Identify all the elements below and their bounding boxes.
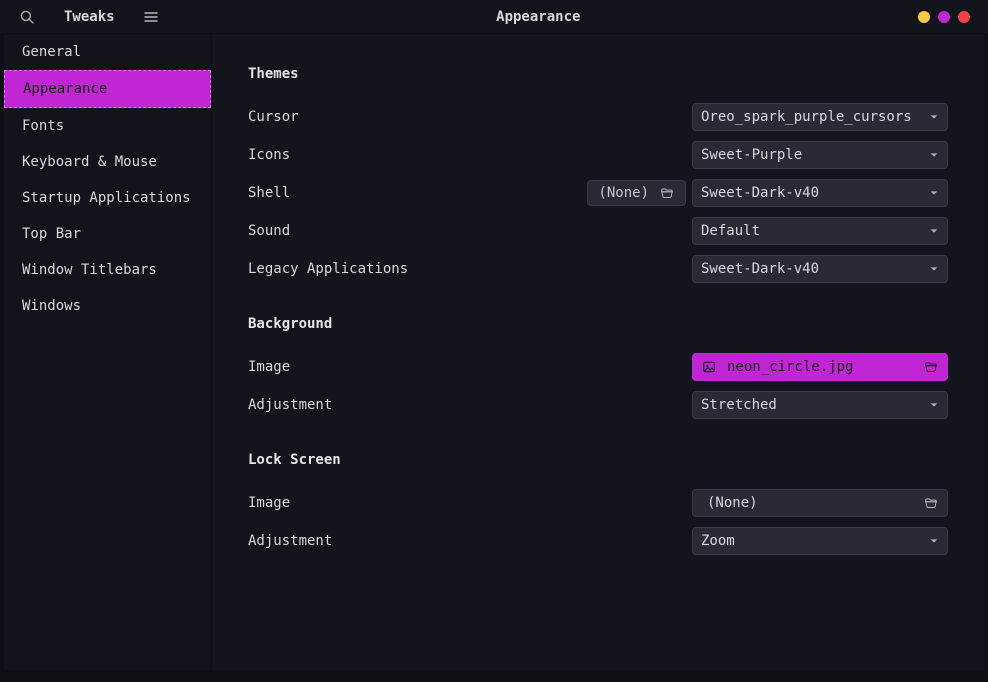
bottom-strip (0, 670, 988, 682)
folder-open-icon (659, 186, 675, 200)
window-minimize-button[interactable] (918, 11, 930, 23)
image-icon (701, 360, 717, 374)
combo-value: Sweet-Dark-v40 (701, 185, 929, 201)
combo-cursor[interactable]: Oreo_spark_purple_cursors (692, 103, 948, 131)
section-background: Background (248, 316, 948, 332)
page-title: Appearance (159, 9, 918, 25)
sidebar-item-appearance[interactable]: Appearance (4, 70, 211, 108)
label-bg-adjustment: Adjustment (248, 397, 692, 413)
chevron-down-icon (929, 150, 939, 160)
sidebar-item-startup-apps[interactable]: Startup Applications (4, 180, 211, 216)
titlebar: Tweaks Appearance (0, 0, 988, 34)
window-maximize-button[interactable] (938, 11, 950, 23)
sidebar: General Appearance Fonts Keyboard & Mous… (4, 34, 212, 670)
sidebar-item-window-titlebars[interactable]: Window Titlebars (4, 252, 211, 288)
sidebar-item-keyboard-mouse[interactable]: Keyboard & Mouse (4, 144, 211, 180)
chevron-down-icon (929, 188, 939, 198)
sidebar-item-windows[interactable]: Windows (4, 288, 211, 324)
window-close-button[interactable] (958, 11, 970, 23)
label-cursor: Cursor (248, 109, 692, 125)
sidebar-item-label: Top Bar (22, 226, 81, 242)
chevron-down-icon (929, 400, 939, 410)
sidebar-item-label: Windows (22, 298, 81, 314)
combo-value: Sweet-Purple (701, 147, 929, 163)
hamburger-menu-icon[interactable] (143, 9, 159, 25)
sidebar-item-label: Fonts (22, 118, 64, 134)
combo-value: Zoom (701, 533, 929, 549)
sidebar-item-label: Keyboard & Mouse (22, 154, 157, 170)
chevron-down-icon (929, 264, 939, 274)
sidebar-item-fonts[interactable]: Fonts (4, 108, 211, 144)
folder-open-icon (923, 496, 939, 510)
chevron-down-icon (929, 112, 939, 122)
sidebar-item-label: Window Titlebars (22, 262, 157, 278)
file-value: neon_circle.jpg (727, 359, 923, 375)
section-lockscreen: Lock Screen (248, 452, 948, 468)
combo-sound[interactable]: Default (692, 217, 948, 245)
sidebar-item-label: Appearance (23, 81, 107, 97)
combo-ls-adjustment[interactable]: Zoom (692, 527, 948, 555)
app-title: Tweaks (64, 9, 115, 25)
combo-bg-adjustment[interactable]: Stretched (692, 391, 948, 419)
combo-shell[interactable]: Sweet-Dark-v40 (692, 179, 948, 207)
combo-icons[interactable]: Sweet-Purple (692, 141, 948, 169)
combo-value: Stretched (701, 397, 929, 413)
combo-legacy[interactable]: Sweet-Dark-v40 (692, 255, 948, 283)
sidebar-item-general[interactable]: General (4, 34, 211, 70)
combo-value: Oreo_spark_purple_cursors (701, 109, 929, 125)
label-sound: Sound (248, 223, 692, 239)
file-bg-image[interactable]: neon_circle.jpg (692, 353, 948, 381)
section-themes: Themes (248, 66, 948, 82)
folder-open-icon (923, 360, 939, 374)
sidebar-item-label: General (22, 44, 81, 60)
sidebar-item-top-bar[interactable]: Top Bar (4, 216, 211, 252)
combo-value: Sweet-Dark-v40 (701, 261, 929, 277)
content-pane: Themes Cursor Oreo_spark_purple_cursors … (212, 34, 984, 670)
label-ls-adjustment: Adjustment (248, 533, 692, 549)
label-ls-image: Image (248, 495, 692, 511)
combo-value: Default (701, 223, 929, 239)
label-shell: Shell (248, 185, 587, 201)
label-icons: Icons (248, 147, 692, 163)
label-bg-image: Image (248, 359, 692, 375)
shell-theme-file-button[interactable]: (None) (587, 180, 686, 206)
chevron-down-icon (929, 226, 939, 236)
aux-value: (None) (598, 185, 649, 201)
file-value: (None) (701, 495, 923, 511)
search-icon[interactable] (18, 8, 36, 26)
file-ls-image[interactable]: (None) (692, 489, 948, 517)
sidebar-item-label: Startup Applications (22, 190, 191, 206)
label-legacy: Legacy Applications (248, 261, 692, 277)
chevron-down-icon (929, 536, 939, 546)
